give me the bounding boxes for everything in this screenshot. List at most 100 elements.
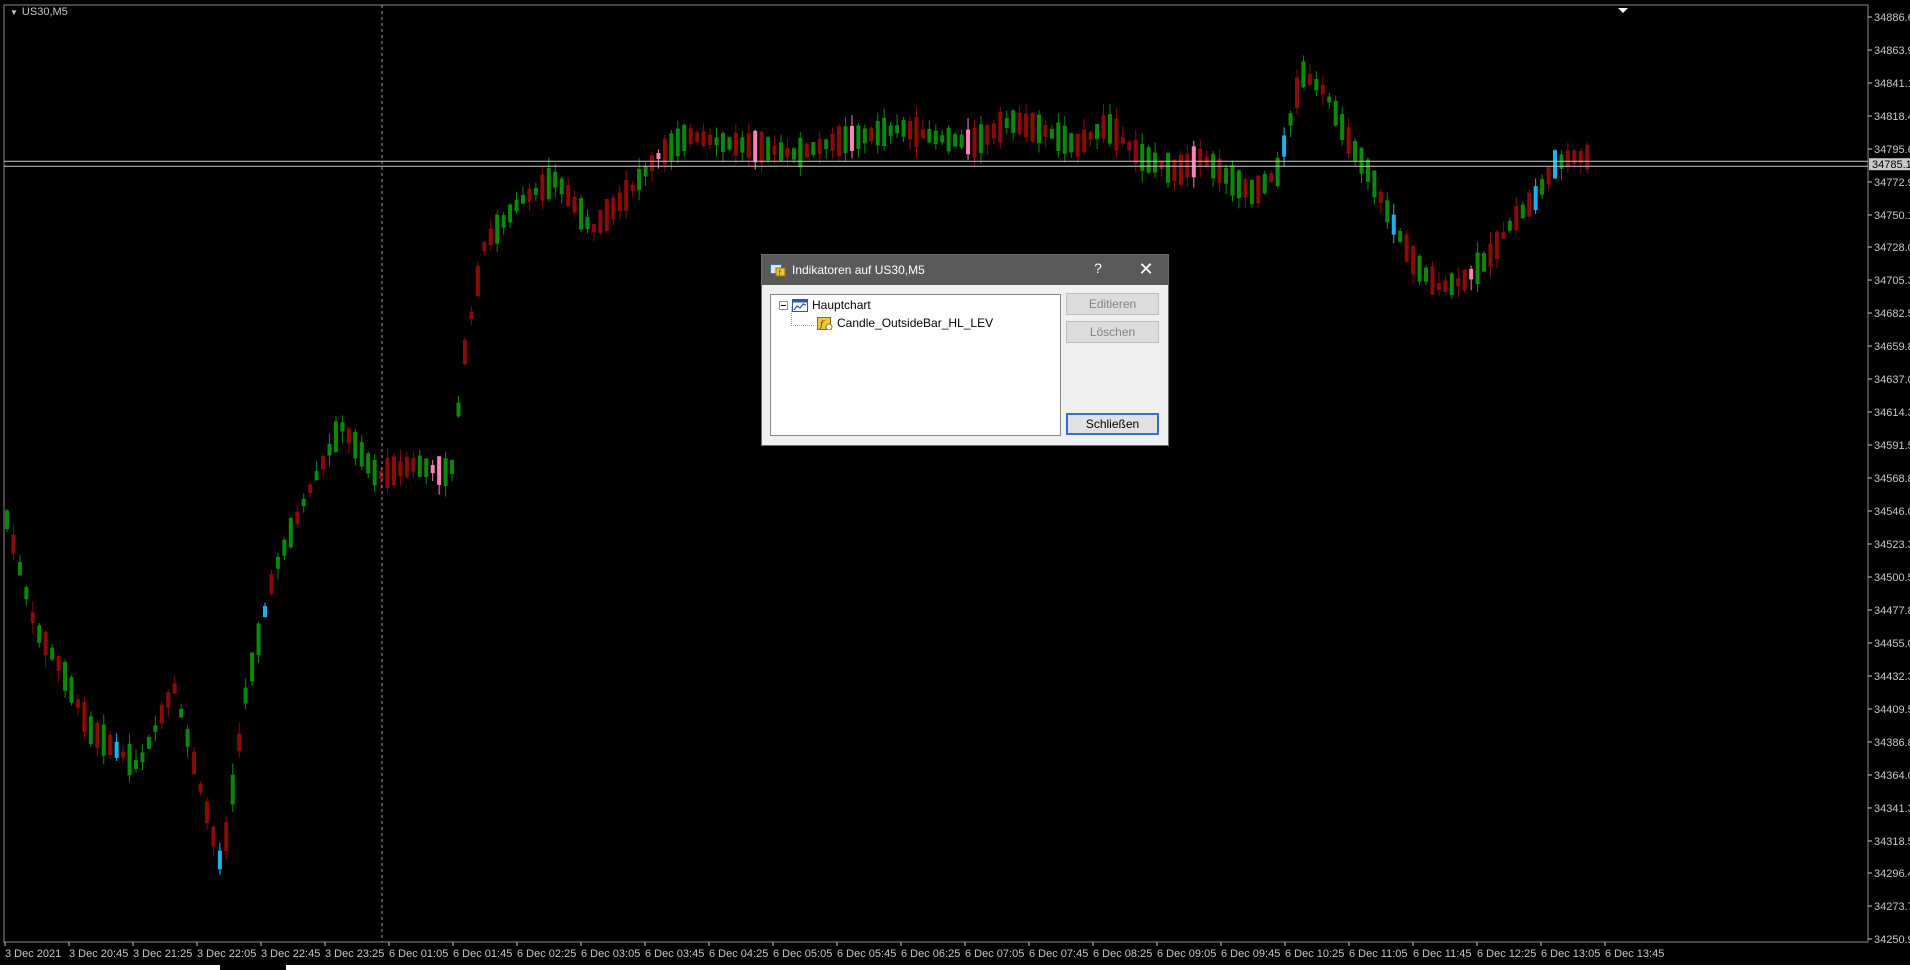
candle-body [198,783,203,792]
candle-body [1024,113,1029,138]
price-tick-label: 34432.30 [1874,671,1910,683]
candle-body [230,774,235,805]
candle-body [1333,101,1338,126]
collapse-triangle-icon[interactable]: ▼ [10,8,18,17]
candle-body [553,171,558,188]
candle-body [927,128,932,143]
candle-body [733,132,738,156]
candle-body [1243,179,1248,198]
candle-body [804,143,809,158]
time-tick-label: 6 Dec 07:05 [965,948,1024,960]
candle-body [1417,255,1422,282]
candle-body [69,677,74,703]
candle-body [353,431,358,459]
candle-body [1198,148,1203,167]
candle-body [1301,61,1306,88]
candle-body [1282,135,1287,157]
candle-body [779,142,783,161]
price-tick-label: 34705.30 [1874,275,1910,287]
candle-body [817,138,822,154]
candle-body [920,129,925,139]
candle-body [288,518,293,548]
time-tick-label: 6 Dec 11:05 [1349,948,1408,960]
candle-body [662,138,667,165]
price-tick-label: 34841.15 [1874,78,1910,90]
candle-body [849,126,854,151]
price-tick-label: 34477.80 [1874,605,1910,617]
candle-body [598,210,603,233]
candle-body [1056,122,1061,151]
close-button[interactable]: Schließen [1066,413,1159,435]
candle-body [1514,205,1519,231]
candle-body [908,120,912,140]
candle-body [1133,139,1138,164]
candle-body [1275,157,1280,186]
candle-body [327,443,332,456]
dialog-title-bar[interactable]: f Indikatoren auf US30,M5 ? ✕ [762,255,1168,285]
candle-body [1166,153,1170,183]
candle-body [1404,234,1409,262]
candle-body [746,133,751,159]
time-tick-label: 6 Dec 03:05 [581,948,640,960]
help-button[interactable]: ? [1088,260,1108,276]
candle-body [1288,113,1293,126]
indicator-tree[interactable]: Hauptchart f Candle_OutsideBar_HL_LEV [770,294,1061,436]
time-tick-label: 6 Dec 05:05 [773,948,832,960]
candle-body [108,734,113,756]
candle-body [5,510,9,530]
candle-body [1004,118,1009,128]
candle-body [759,131,764,164]
candle-body [1030,112,1035,142]
candle-body [1553,150,1557,179]
candle-body [475,265,480,297]
candle-body [1159,161,1164,170]
candle-body [1540,179,1545,195]
candle-body [359,442,364,467]
candle-body [566,184,571,207]
candle-body [430,465,435,474]
price-tick-label: 34568.80 [1874,473,1910,485]
candle-body [37,625,42,643]
candle-body [333,421,338,452]
candle-body [1075,133,1080,157]
candle-body [514,199,519,212]
candle-body [372,459,377,486]
candle-body [243,687,248,704]
candle-body [450,460,455,474]
candle-body [56,655,61,671]
delete-button[interactable]: Löschen [1066,321,1159,343]
candle-body [675,128,680,157]
candle-body [972,127,977,158]
indicators-icon: f [770,264,786,277]
time-tick-label: 6 Dec 11:45 [1413,948,1472,960]
candle-body [1572,150,1577,165]
price-tick-label: 34682.55 [1874,308,1910,320]
candle-body [895,125,900,134]
candle-body [1436,283,1441,290]
indicators-dialog: f Indikatoren auf US30,M5 ? ✕ Hauptchart… [761,254,1169,446]
price-chart[interactable]: 34886.65 34863.90 34841.15 34818.40 34795.65… [0,0,1910,970]
candle-body [720,133,725,152]
tree-item-main-chart[interactable]: Hauptchart [779,297,871,313]
candle-body [340,422,345,432]
tree-item-indicator[interactable]: f Candle_OutsideBar_HL_LEV [817,315,993,331]
candle-body [404,456,409,477]
chart-symbol-label: ▼ US30,M5 [10,6,68,18]
tree-item-label: Candle_OutsideBar_HL_LEV [837,316,994,330]
candle-body [656,153,661,159]
close-icon[interactable]: ✕ [1134,258,1158,280]
candle-body [669,133,674,161]
candle-body [624,180,629,211]
candle-body [882,117,887,147]
time-tick-label: 6 Dec 09:45 [1221,948,1280,960]
candle-body [521,194,525,204]
candle-body [301,498,306,507]
candle-body [714,137,719,146]
candle-body [308,484,313,494]
edit-button[interactable]: Editieren [1066,293,1159,315]
candle-body [540,174,545,201]
candle-body [1469,268,1474,280]
time-tick-label: 6 Dec 13:45 [1605,948,1664,960]
candle-body [75,699,80,708]
collapse-icon[interactable] [779,300,788,310]
